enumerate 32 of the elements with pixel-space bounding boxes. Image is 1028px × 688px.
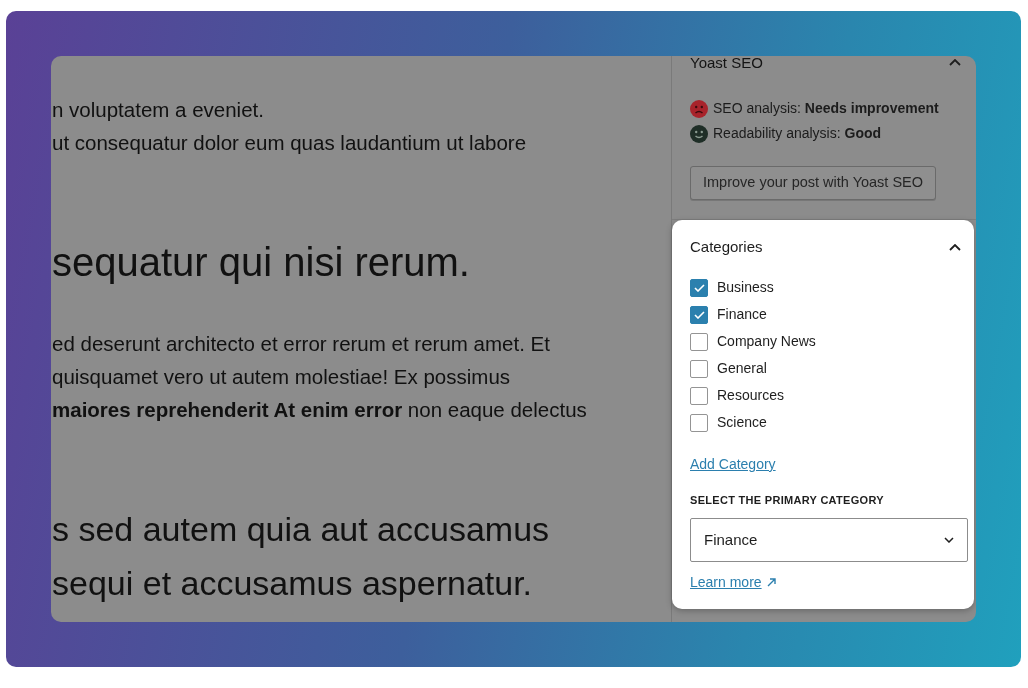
checkbox[interactable] bbox=[690, 332, 708, 351]
checkmark-icon bbox=[693, 283, 705, 292]
category-label: Science bbox=[717, 413, 767, 432]
chevron-down-icon bbox=[944, 537, 954, 543]
panel-title: Categories bbox=[690, 236, 763, 257]
primary-category-label: SELECT THE PRIMARY CATEGORY bbox=[690, 493, 884, 508]
paragraph-text: n voluptatem a eveniet. ut consequatur dolor eum quas laudantium ut labore bbox=[52, 97, 527, 156]
sad-face-icon bbox=[690, 99, 708, 118]
checkbox[interactable] bbox=[690, 278, 708, 297]
chevron-up-icon[interactable] bbox=[949, 243, 961, 251]
category-label: Company News bbox=[717, 332, 816, 351]
category-label: Resources bbox=[717, 386, 784, 405]
category-label: General bbox=[717, 359, 767, 378]
analysis-text: SEO analysis: Needs improvement bbox=[713, 99, 939, 118]
smiley-face-icon bbox=[690, 124, 708, 143]
checkbox[interactable] bbox=[690, 359, 708, 378]
external-link-icon bbox=[766, 577, 776, 587]
panel-title: Yoast SEO bbox=[690, 56, 763, 69]
heading-text: s sed autem quia aut accusamus sequi et accusamus aspernatur. bbox=[52, 509, 550, 604]
checkmark-icon bbox=[693, 310, 705, 319]
checkbox[interactable] bbox=[690, 413, 708, 432]
improve-post-button[interactable]: Improve your post with Yoast SEO bbox=[690, 166, 937, 200]
checkbox[interactable] bbox=[690, 305, 708, 324]
heading-text: sequatur qui nisi rerum. bbox=[52, 239, 470, 286]
learn-more-link[interactable]: Learn more bbox=[690, 572, 776, 592]
checkbox[interactable] bbox=[690, 386, 708, 405]
primary-category-select[interactable]: Finance bbox=[690, 518, 968, 562]
paragraph-text: ed deserunt architecto et error rerum et rerum amet. Et quisquamet vero ut autem molestiae! Ex possimus maiores reprehenderit At enim error non eaque delectus bbox=[52, 331, 587, 423]
category-label: Business bbox=[717, 278, 774, 297]
analysis-text: Readability analysis: Good bbox=[713, 124, 882, 143]
category-label: Finance bbox=[717, 305, 767, 324]
add-category-link[interactable]: Add Category bbox=[690, 454, 776, 474]
